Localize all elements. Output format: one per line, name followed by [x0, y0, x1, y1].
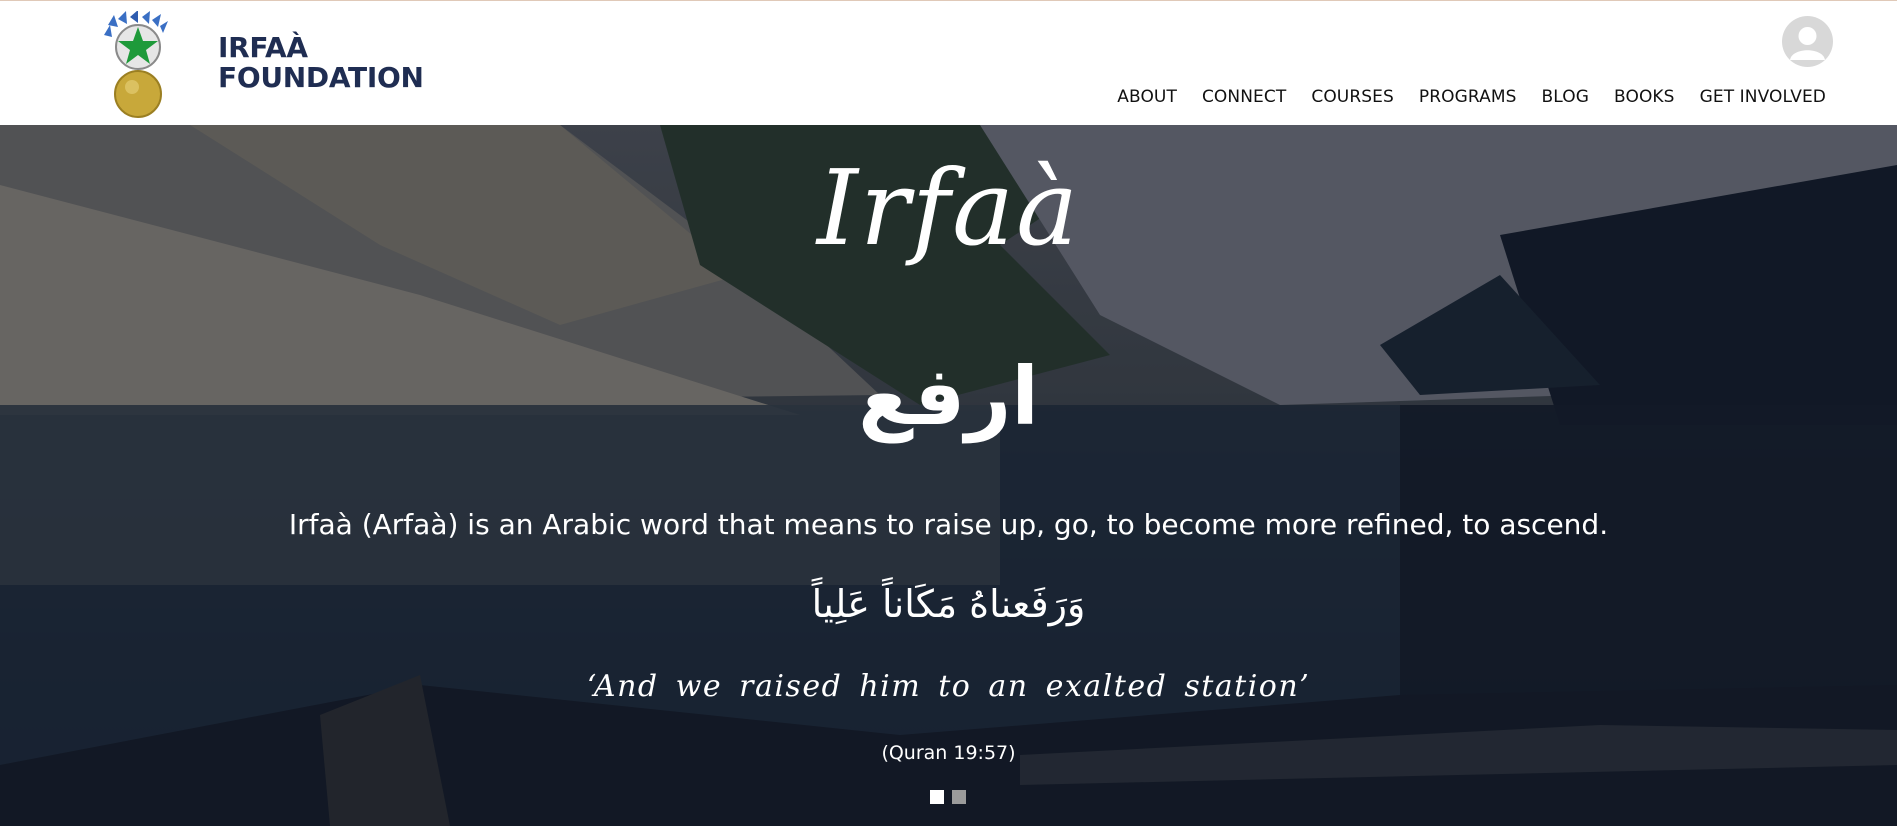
slide-dot-2[interactable]: [952, 790, 966, 804]
slider-pagination: [930, 790, 966, 804]
star-medal-logo-icon[interactable]: [100, 11, 176, 119]
slide-dot-1[interactable]: [930, 790, 944, 804]
user-avatar-icon[interactable]: [1782, 16, 1833, 67]
nav-programs[interactable]: PROGRAMS: [1419, 87, 1517, 107]
hero-verse-arabic: وَرَفَعناهُ مَكَاناً عَلِياً: [811, 582, 1086, 626]
nav-courses[interactable]: COURSES: [1311, 87, 1394, 107]
nav-books[interactable]: BOOKS: [1614, 87, 1675, 107]
nav-blog[interactable]: BLOG: [1542, 87, 1589, 107]
nav-connect[interactable]: CONNECT: [1202, 87, 1286, 107]
brand-name[interactable]: IRFAÀ FOUNDATION: [218, 33, 424, 93]
nav-get-involved[interactable]: GET INVOLVED: [1700, 87, 1826, 107]
brand-line-2: FOUNDATION: [218, 61, 424, 94]
hero-translation: ‘And we raised him to an exalted station…: [586, 669, 1311, 704]
hero-banner: Irfaà ارفع Irfaà (Arfaà) is an Arabic wo…: [0, 125, 1897, 826]
site-header: IRFAÀ FOUNDATION ABOUT CONNECT COURSES P…: [0, 0, 1897, 125]
hero-description: Irfaà (Arfaà) is an Arabic word that mea…: [288, 508, 1609, 541]
nav-about[interactable]: ABOUT: [1117, 87, 1177, 107]
brand-line-1: IRFAÀ: [218, 31, 308, 64]
hero-title: Irfaà: [816, 147, 1081, 269]
hero-reference: (Quran 19:57): [881, 742, 1016, 764]
hero-arabic-word: ارفع: [858, 350, 1039, 443]
main-nav: ABOUT CONNECT COURSES PROGRAMS BLOG BOOK…: [1117, 87, 1826, 107]
